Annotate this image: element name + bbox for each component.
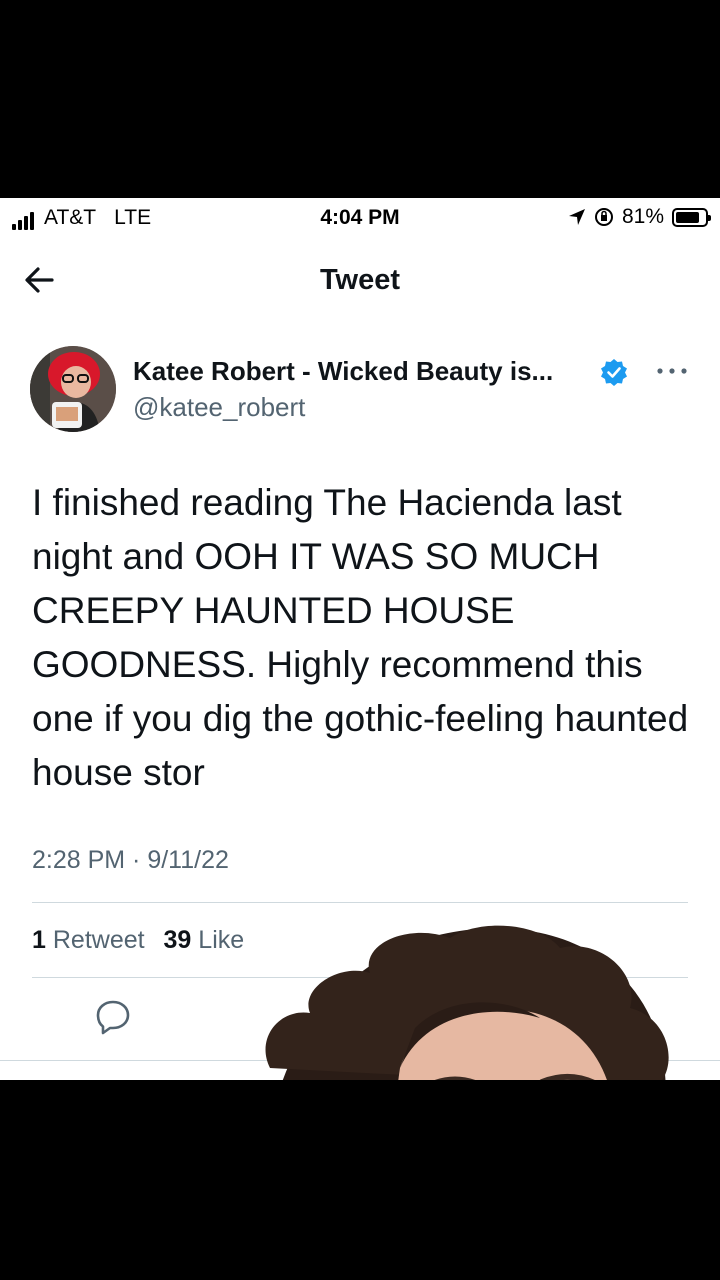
tweet-author: Katee Robert - Wicked Beauty is... @kate… (30, 346, 700, 436)
nav-bar: Tweet (0, 248, 720, 312)
page-title: Tweet (319, 264, 401, 296)
orientation-lock-icon (594, 208, 613, 226)
tweet-text: I finished reading The Hacienda last nig… (32, 482, 689, 793)
avatar[interactable] (30, 346, 116, 432)
twitter-screen: AT&T LTE 4:04 PM 81% Tweet Katee Robert … (0, 198, 720, 1080)
retweet-label[interactable]: Retweet (53, 926, 145, 954)
status-right: 81% (568, 205, 711, 229)
divider (32, 902, 688, 903)
reply-icon[interactable] (94, 998, 132, 1036)
bottom-black-band (0, 1080, 720, 1280)
battery-icon (672, 207, 711, 227)
tweet-stats: 1 Retweet 39 Like (32, 926, 244, 955)
like-count[interactable]: 39 (164, 926, 192, 954)
verified-badge-icon (601, 359, 627, 386)
top-black-band (0, 0, 720, 198)
like-label[interactable]: Like (198, 926, 244, 954)
author-handle[interactable]: @katee_robert (133, 392, 305, 423)
tweet-timestamp[interactable]: 2:28 PM · 9/11/22 (32, 846, 229, 875)
location-arrow-icon (568, 209, 585, 225)
author-name[interactable]: Katee Robert - Wicked Beauty is... (133, 356, 553, 387)
webcam-overlay (250, 918, 720, 1080)
retweet-count[interactable]: 1 (32, 926, 46, 954)
battery-percent: 81% (621, 205, 664, 228)
more-options-icon[interactable] (654, 364, 690, 378)
status-bar: AT&T LTE 4:04 PM 81% (0, 198, 720, 240)
